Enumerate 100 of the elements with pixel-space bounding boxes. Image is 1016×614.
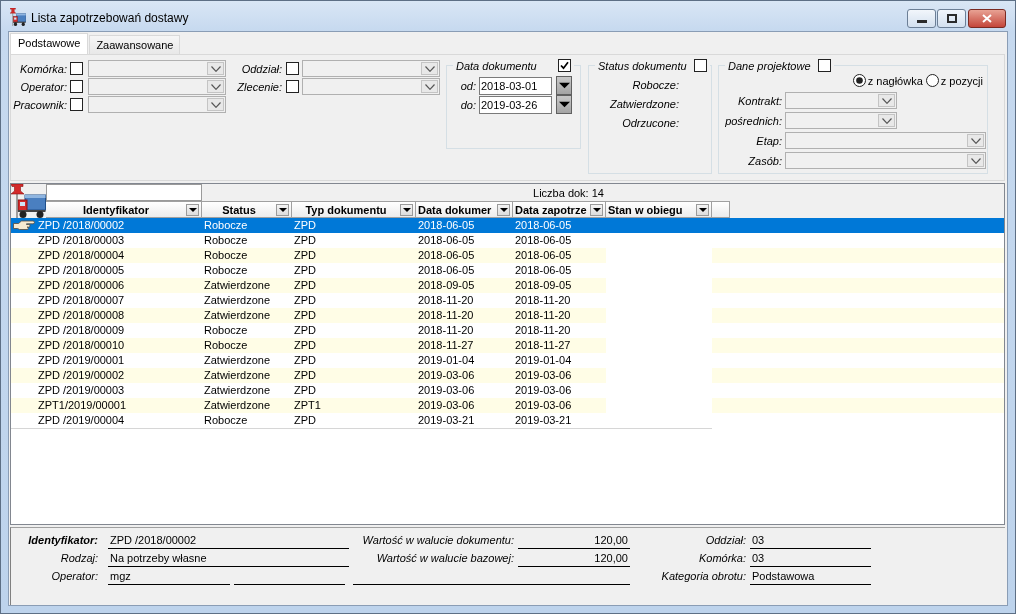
column-filter-button[interactable] (696, 203, 709, 216)
field-label: od: (459, 79, 476, 92)
field-label: Komórka: (18, 62, 67, 75)
table-cell-text: ZPD (293, 338, 317, 353)
field-label: Komórka: (697, 551, 746, 566)
table-row[interactable]: ZPD /2019/00003 Zatwierdzone ZPD 2019-03-06 2019-03-06 (11, 383, 1004, 398)
table-cell-text: Robocze (203, 218, 249, 233)
triangle-down-icon (558, 81, 570, 90)
column-filter-button[interactable] (400, 203, 413, 216)
table-cell-text: Robocze (203, 338, 249, 353)
minimize-button[interactable] (907, 9, 936, 28)
date-field[interactable]: 2018-03-01 (479, 76, 552, 95)
field-label: Pracownik: (12, 98, 67, 111)
column-filter-button[interactable] (186, 203, 199, 216)
text-field[interactable]: 03 (750, 551, 871, 567)
table-cell-text: 2019-03-21 (514, 413, 573, 428)
chevron-down-icon (881, 117, 892, 124)
column-filter-button[interactable] (497, 203, 510, 216)
checkbox[interactable] (70, 98, 83, 111)
checkbox[interactable] (286, 80, 299, 93)
tab[interactable]: Podstawowe (10, 33, 89, 54)
table-row[interactable]: ZPD /2018/00010 Robocze ZPD 2018-11-27 2018-11-27 (11, 338, 1004, 353)
table-cell-text: 2018-09-05 (417, 278, 476, 293)
table-row[interactable]: ZPD /2018/00006 Zatwierdzone ZPD 2018-09-05 2018-09-05 (11, 278, 1004, 293)
maximize-button[interactable] (937, 9, 966, 28)
field-label: Zatwierdzone: (609, 98, 679, 111)
table-cell-text: ZPD /2018/00007 (37, 293, 126, 308)
table-cell-text: ZPT1/2019/00001 (37, 398, 128, 413)
text-field[interactable]: mgz (108, 569, 230, 585)
table-cell-text: 2018-06-05 (514, 233, 573, 248)
table-cell-text: ZPD (293, 353, 317, 368)
tab[interactable]: Zaawansowane (89, 35, 181, 54)
field-label: Wartość w walucie dokumentu: (361, 533, 514, 548)
checkbox[interactable] (70, 62, 83, 75)
table-cell-text: ZPD (293, 233, 317, 248)
checkbox[interactable] (557, 59, 571, 72)
table-row[interactable]: ZPD /2018/00008 Zatwierdzone ZPD 2018-11-20 2018-11-20 (11, 308, 1004, 323)
field-label: Kontrakt: (737, 94, 782, 107)
close-button[interactable] (968, 9, 1006, 28)
window-title: Lista zapotrzebowań dostawy (31, 11, 189, 25)
checkbox[interactable] (286, 62, 299, 75)
table-cell-text: ZPD /2018/00004 (37, 248, 126, 263)
text-field[interactable]: 03 (750, 533, 871, 549)
checkbox[interactable] (693, 59, 707, 72)
table-cell-text: 2019-01-04 (514, 353, 573, 368)
table-row[interactable]: ZPD /2018/00007 Zatwierdzone ZPD 2018-11-20 2018-11-20 (11, 293, 1004, 308)
field-label: Zlecenie: (236, 80, 282, 93)
text-field[interactable]: Na potrzeby własne (108, 551, 349, 567)
input-field[interactable] (46, 184, 202, 201)
group-title: Status dokumentu (598, 59, 687, 72)
triangle-down-icon (278, 207, 287, 212)
field-label: Wartość w walucie bazowej: (375, 551, 514, 566)
pushpin-truck-icon (10, 8, 26, 26)
date-dropdown-button[interactable] (556, 95, 572, 114)
radio-option[interactable]: z pozycji (925, 74, 983, 87)
field-label: Oddział: (704, 533, 746, 548)
table-row[interactable]: ZPD /2018/00005 Robocze ZPD 2018-06-05 2018-06-05 (11, 263, 1004, 278)
text-field[interactable]: Podstawowa (750, 569, 871, 585)
table-row[interactable]: ZPT1/2019/00001 Zatwierdzone ZPT1 2019-03-06 2019-03-06 (11, 398, 1004, 413)
table-cell-text: 2019-03-06 (417, 368, 476, 383)
triangle-down-icon (698, 207, 707, 212)
pointing-hand-icon (13, 220, 35, 231)
date-dropdown-button[interactable] (556, 76, 572, 95)
table-cell-text: ZPD (293, 368, 317, 383)
chevron-down-icon (210, 101, 221, 108)
chevron-down-icon (881, 97, 892, 104)
triangle-down-icon (592, 207, 601, 212)
close-icon (982, 14, 992, 23)
field-label: Identyfikator: (27, 533, 99, 548)
table-cell-text: 2018-11-20 (514, 308, 572, 323)
date-field[interactable]: 2019-03-26 (479, 95, 552, 114)
table-cell-text: Zatwierdzone (203, 308, 272, 323)
table-cell-text: Robocze (203, 323, 249, 338)
table-cell-text: ZPD /2019/00003 (37, 383, 126, 398)
text-field[interactable]: ZPD /2018/00002 (108, 533, 349, 549)
checkbox[interactable] (817, 59, 831, 72)
table-cell-text: ZPD /2019/00004 (37, 413, 126, 428)
field-label: Odrzucone: (622, 117, 679, 130)
table-row[interactable]: ZPD /2018/00003 Robocze ZPD 2018-06-05 2018-06-05 (11, 233, 1004, 248)
radio-option[interactable]: z nagłówka (852, 74, 923, 87)
table-cell-text: ZPD (293, 263, 317, 278)
text-field[interactable]: 120,00 (518, 533, 630, 549)
table-cell-text: Robocze (203, 413, 249, 428)
table-cell-text: ZPD /2019/00002 (37, 368, 126, 383)
table-row[interactable]: ZPD /2018/00009 Robocze ZPD 2018-11-20 2018-11-20 (11, 323, 1004, 338)
field-label: Operator: (19, 80, 67, 93)
table-cell-text: 2019-03-06 (514, 398, 573, 413)
column-filter-button[interactable] (590, 203, 603, 216)
table-row[interactable]: ZPD /2019/00002 Zatwierdzone ZPD 2019-03-06 2019-03-06 (11, 368, 1004, 383)
chevron-down-icon (424, 65, 435, 72)
group-title: Dane projektowe (728, 59, 811, 72)
table-row[interactable]: ZPD /2019/00001 Zatwierdzone ZPD 2019-01-04 2019-01-04 (11, 353, 1004, 368)
table-cell-text: Zatwierdzone (203, 383, 272, 398)
checkbox[interactable] (70, 80, 83, 93)
text-field[interactable]: 120,00 (518, 551, 630, 567)
table-row[interactable]: ZPD /2019/00004 Robocze ZPD 2019-03-21 2019-03-21 (11, 413, 1004, 428)
table-row[interactable]: ZPD /2018/00002 Robocze ZPD 2018-06-05 2018-06-05 (11, 218, 1004, 233)
table-row[interactable]: ZPD /2018/00004 Robocze ZPD 2018-06-05 2018-06-05 (11, 248, 1004, 263)
column-filter-button[interactable] (276, 203, 289, 216)
triangle-down-icon (558, 100, 570, 109)
